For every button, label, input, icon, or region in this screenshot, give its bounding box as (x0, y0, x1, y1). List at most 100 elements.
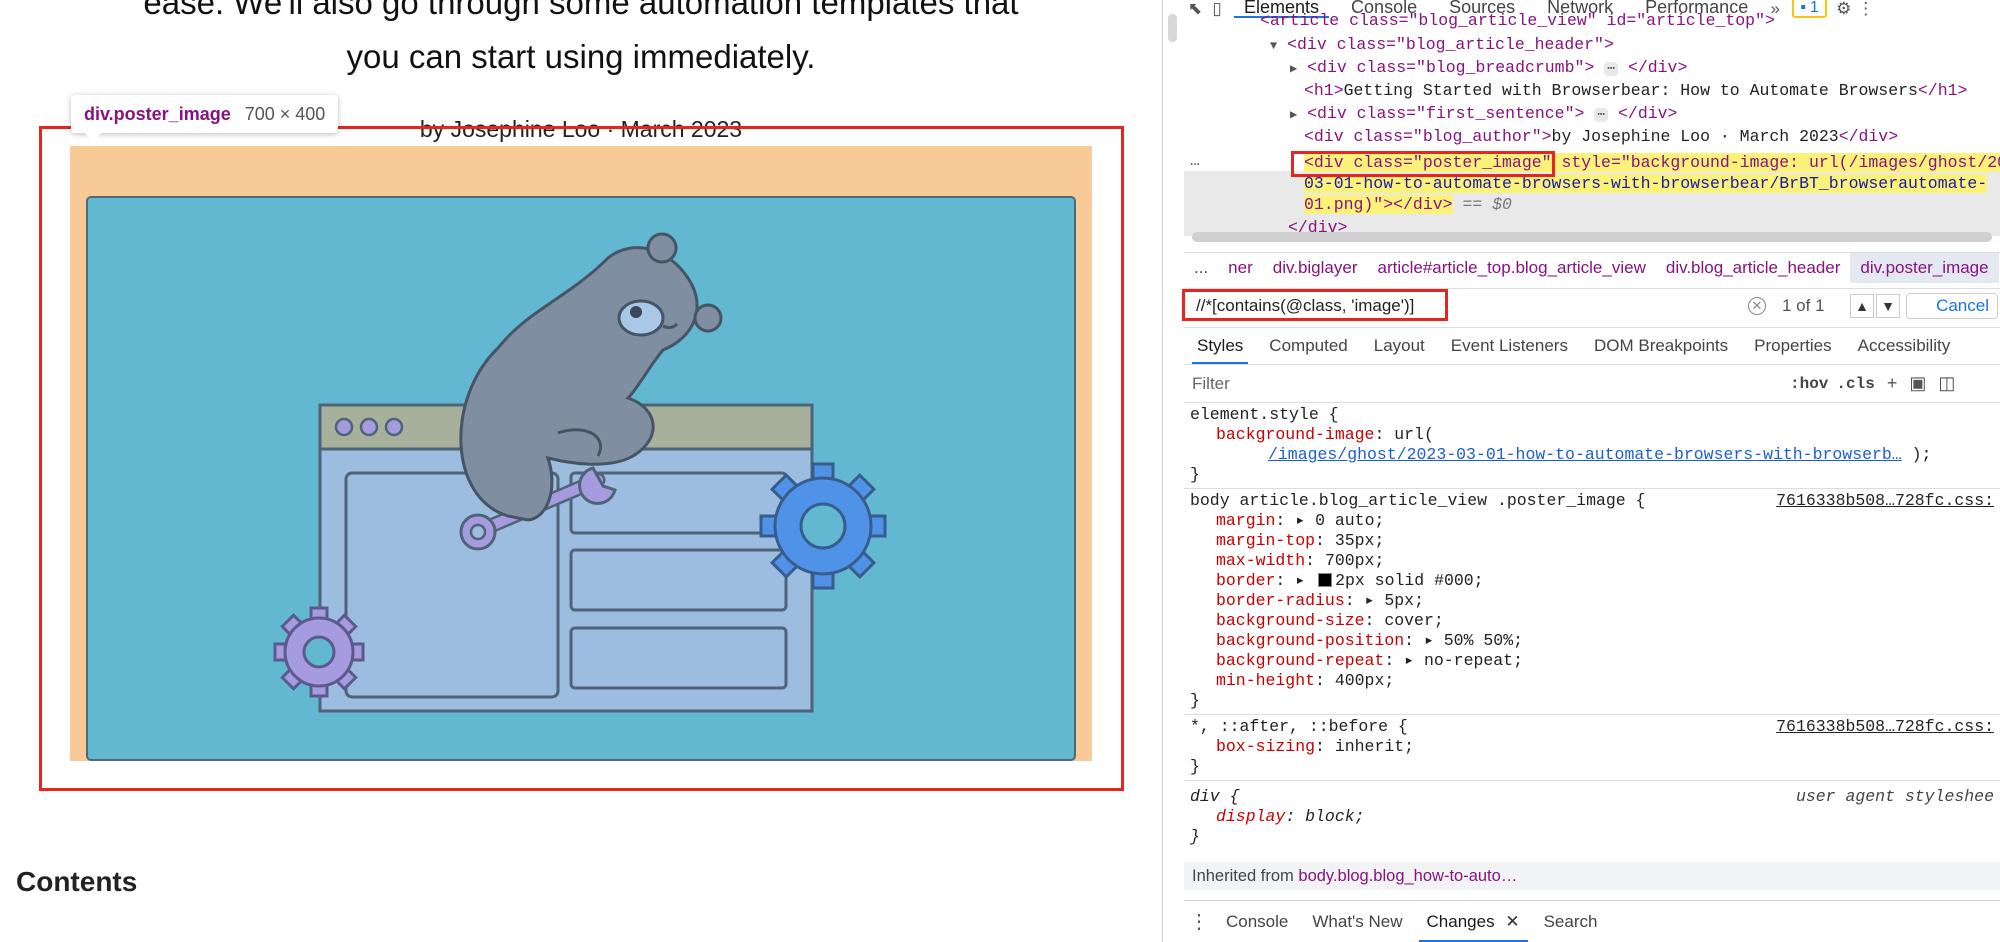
dom-h1-text: Getting Started with Browserbear: How to… (1343, 81, 1918, 100)
css-property: margin-top (1216, 531, 1316, 550)
css-value: 0 auto; (1315, 511, 1385, 530)
rule-decl[interactable]: box-sizing: inherit; (1216, 737, 2000, 757)
search-next-icon[interactable]: ▼ (1876, 294, 1900, 318)
rule-decl[interactable]: background-repeat: ▸ no-repeat; (1216, 651, 2000, 671)
rule-decl[interactable]: border: ▸ 2px solid #000; (1216, 571, 2000, 591)
css-property: background-repeat (1216, 651, 1385, 670)
css-value: 700px; (1324, 551, 1385, 570)
rule-decl[interactable]: min-height: 400px; (1216, 671, 2000, 691)
collapsed-ellipsis[interactable]: ⋯ (1594, 108, 1609, 122)
drawer-tab-search[interactable]: Search (1532, 902, 1610, 942)
highlight-box-poster (39, 126, 1124, 791)
dom-breadcrumb-tag: <div class="blog_breadcrumb"> (1307, 58, 1595, 77)
rule-source-link[interactable]: 7616338b508…728fc.css: (1776, 717, 1994, 737)
dom-line-article[interactable]: <article class="blog_article_view" id="a… (1260, 11, 1775, 31)
dom-row-actions-icon[interactable]: … (1190, 151, 1200, 171)
rule-divider (1184, 714, 2000, 715)
crumb-article[interactable]: article#article_top.blog_article_view (1367, 258, 1655, 278)
rule-decl[interactable]: background-position: ▸ 50% 50%; (1216, 631, 2000, 651)
rule-divider (1184, 488, 2000, 489)
tab-properties[interactable]: Properties (1741, 328, 1844, 364)
crumb-poster-image[interactable]: div.poster_image (1850, 252, 1999, 283)
rule-source-link[interactable]: 7616338b508…728fc.css: (1776, 491, 1994, 511)
dom-line-header[interactable]: ▼ <div class="blog_article_header"> (1270, 35, 1614, 56)
css-value: 5px; (1384, 591, 1424, 610)
crumb-biglayer[interactable]: div.biglayer (1263, 258, 1368, 278)
search-prev-icon[interactable]: ▲ (1850, 294, 1874, 318)
background-url-link[interactable]: /images/ghost/2023-03-01-how-to-automate… (1268, 445, 1902, 464)
css-property: margin (1216, 511, 1276, 530)
rule-divider (1184, 780, 2000, 781)
dom-first-sentence-tag: <div class="first_sentence"> (1307, 104, 1585, 123)
collapsed-ellipsis[interactable]: ⋯ (1604, 62, 1619, 76)
rule-selector: div { (1190, 787, 1240, 806)
expand-down-icon[interactable]: ▼ (1270, 39, 1277, 53)
rule-decl-url[interactable]: /images/ghost/2023-03-01-how-to-automate… (1268, 445, 2000, 465)
dom-line-author[interactable]: <div class="blog_author">by Josephine Lo… (1304, 127, 1898, 147)
tab-event-listeners[interactable]: Event Listeners (1438, 328, 1581, 364)
rule-decl[interactable]: background-image: url( (1216, 425, 2000, 445)
horizontal-scrollbar[interactable] (1192, 232, 1992, 242)
dom-line-h1[interactable]: <h1>Getting Started with Browserbear: Ho… (1304, 81, 1967, 101)
dom-line-poster-2[interactable]: 03-01-how-to-automate-browsers-with-brow… (1304, 174, 1988, 194)
rule-div-ua[interactable]: div { user agent styleshee (1190, 787, 2000, 807)
clear-search-icon[interactable]: ✕ (1748, 297, 1766, 315)
inherited-label: Inherited from (1192, 867, 1294, 885)
panel-divider[interactable] (1162, 0, 1163, 942)
crumb-container[interactable]: ner (1218, 258, 1263, 278)
styles-tab-bar: Styles Computed Layout Event Listeners D… (1184, 327, 2000, 365)
rule-decl[interactable]: margin-top: 35px; (1216, 531, 2000, 551)
color-swatch[interactable] (1318, 573, 1333, 587)
drawer-menu-icon[interactable]: ⋮ (1184, 909, 1214, 934)
cls-toggle[interactable]: .cls (1836, 375, 1874, 393)
rule-close-brace: } (1190, 757, 1200, 776)
inherited-from-bar: Inherited from body.blog.blog_how-to-aut… (1184, 862, 2000, 890)
drawer-tab-changes[interactable]: Changes ✕ (1415, 902, 1532, 942)
tab-layout[interactable]: Layout (1361, 328, 1438, 364)
settings-gear-icon[interactable]: ⚙ (1833, 0, 1855, 18)
dom-author-text: by Josephine Loo · March 2023 (1551, 127, 1839, 146)
rule-poster-image[interactable]: body article.blog_article_view .poster_i… (1190, 491, 2000, 511)
tab-accessibility[interactable]: Accessibility (1845, 328, 1964, 364)
dom-breadcrumb-close: </div> (1627, 58, 1688, 77)
hov-toggle[interactable]: :hov (1790, 375, 1828, 393)
css-value-end: ); (1911, 445, 1932, 464)
search-cancel-button[interactable]: Cancel (1906, 293, 1998, 319)
drawer-tab-console[interactable]: Console (1214, 902, 1300, 942)
close-tab-icon[interactable]: ✕ (1505, 912, 1519, 931)
rule-decl[interactable]: background-size: cover; (1216, 611, 2000, 631)
styles-filter-bar: Filter :hov .cls + ▣ ◫ (1184, 365, 2000, 403)
issues-badge[interactable]: ▪ 1 (1792, 0, 1827, 18)
crumb-overflow[interactable]: ... (1184, 258, 1218, 278)
inspect-element-icon[interactable]: ⬉ (1184, 0, 1206, 18)
rule-decl[interactable]: border-radius: ▸ 5px; (1216, 591, 2000, 611)
expand-right-icon[interactable]: ▶ (1290, 108, 1297, 122)
add-rule-icon[interactable]: + (1887, 373, 1898, 394)
crumb-header[interactable]: div.blog_article_header (1656, 258, 1851, 278)
dom-line-poster-3[interactable]: 01.png)"></div> == $0 (1304, 195, 1512, 215)
styles-filter-input[interactable]: Filter (1192, 374, 1782, 394)
rule-decl[interactable]: margin: ▸ 0 auto; (1216, 511, 2000, 531)
paint-icon[interactable]: ▣ (1909, 373, 1926, 394)
sidebar-toggle-icon[interactable]: ◫ (1938, 373, 1955, 394)
tab-dom-breakpoints[interactable]: DOM Breakpoints (1581, 328, 1741, 364)
rule-decl[interactable]: display: block; (1216, 807, 2000, 827)
css-property: min-height (1216, 671, 1316, 690)
expand-right-icon[interactable]: ▶ (1290, 62, 1297, 76)
tab-computed[interactable]: Computed (1256, 328, 1360, 364)
rule-decl[interactable]: max-width: 700px; (1216, 551, 2000, 571)
rule-element-style[interactable]: element.style { (1190, 405, 2000, 425)
dom-line-breadcrumb[interactable]: ▶ <div class="blog_breadcrumb"> ⋯ </div> (1290, 58, 1687, 79)
css-property: border-radius (1216, 591, 1345, 610)
css-value: block; (1305, 807, 1365, 826)
rule-selector: body article.blog_article_view .poster_i… (1190, 491, 1646, 510)
dom-line-first-sentence[interactable]: ▶ <div class="first_sentence"> ⋯ </div> (1290, 104, 1677, 125)
css-value: 2px solid #000; (1335, 571, 1484, 590)
inherited-target[interactable]: body.blog.blog_how-to-auto… (1298, 867, 1517, 885)
device-toolbar-icon[interactable]: ▯ (1206, 0, 1228, 18)
more-options-icon[interactable]: ⋮ (1855, 0, 1877, 18)
drawer-tab-whats-new[interactable]: What's New (1300, 902, 1414, 942)
rule-universal[interactable]: *, ::after, ::before { 7616338b508…728fc… (1190, 717, 2000, 737)
scrollbar-thumb[interactable] (1168, 14, 1177, 42)
tab-styles[interactable]: Styles (1184, 328, 1256, 364)
